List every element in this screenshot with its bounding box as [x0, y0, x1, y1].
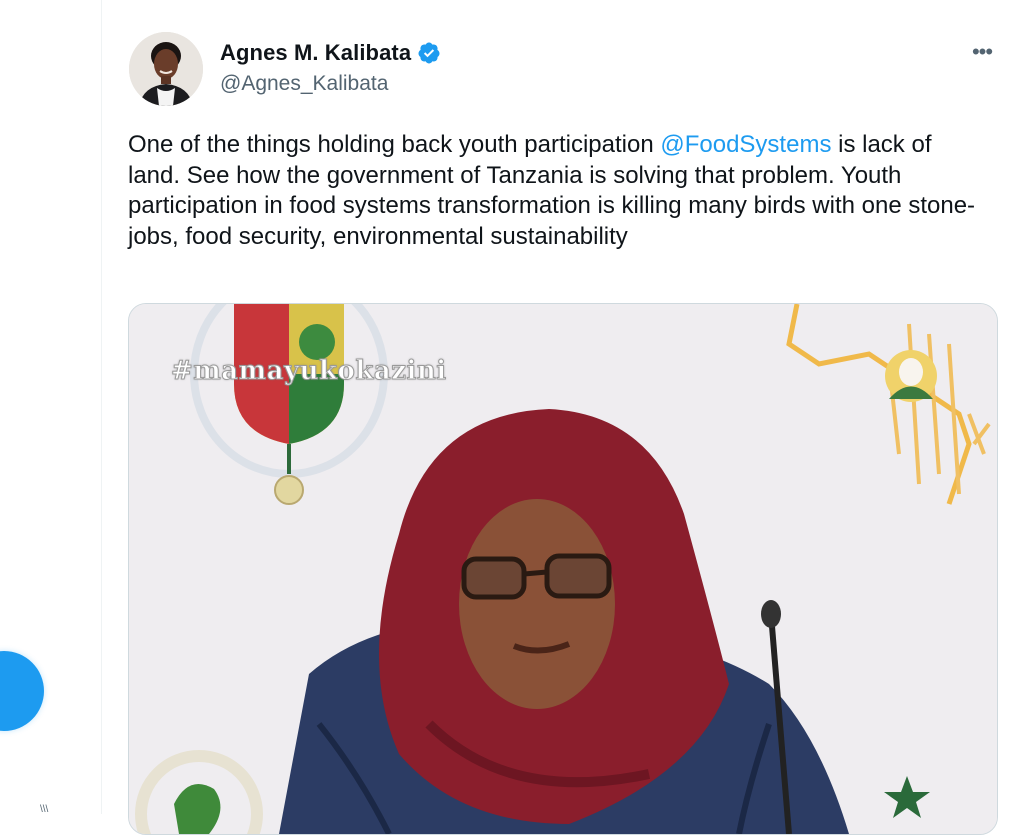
more-options-icon[interactable]: ••• — [968, 38, 996, 66]
author-name[interactable]: Agnes M. Kalibata — [220, 40, 411, 66]
compose-tweet-button[interactable] — [0, 651, 44, 731]
author-avatar[interactable] — [129, 32, 203, 106]
author-handle[interactable]: @Agnes_Kalibata — [220, 72, 388, 96]
tweet-text: One of the things holding back youth par… — [128, 130, 978, 252]
tweet: Agnes M. Kalibata @Agnes_Kalibata ••• On… — [102, 0, 1024, 835]
mention-link[interactable]: @FoodSystems — [660, 131, 831, 158]
video-hashtag-overlay: #mamayukokazini — [171, 356, 447, 387]
tweet-text-part: One of the things holding back youth par… — [128, 131, 661, 158]
author-name-row: Agnes M. Kalibata — [220, 40, 441, 66]
verified-badge-icon — [418, 42, 440, 64]
rail-overflow-icon[interactable]: \\\ — [40, 805, 48, 815]
left-navigation-rail: \\\ — [0, 0, 102, 815]
tweet-video[interactable]: #mamayukokazini — [128, 303, 998, 835]
